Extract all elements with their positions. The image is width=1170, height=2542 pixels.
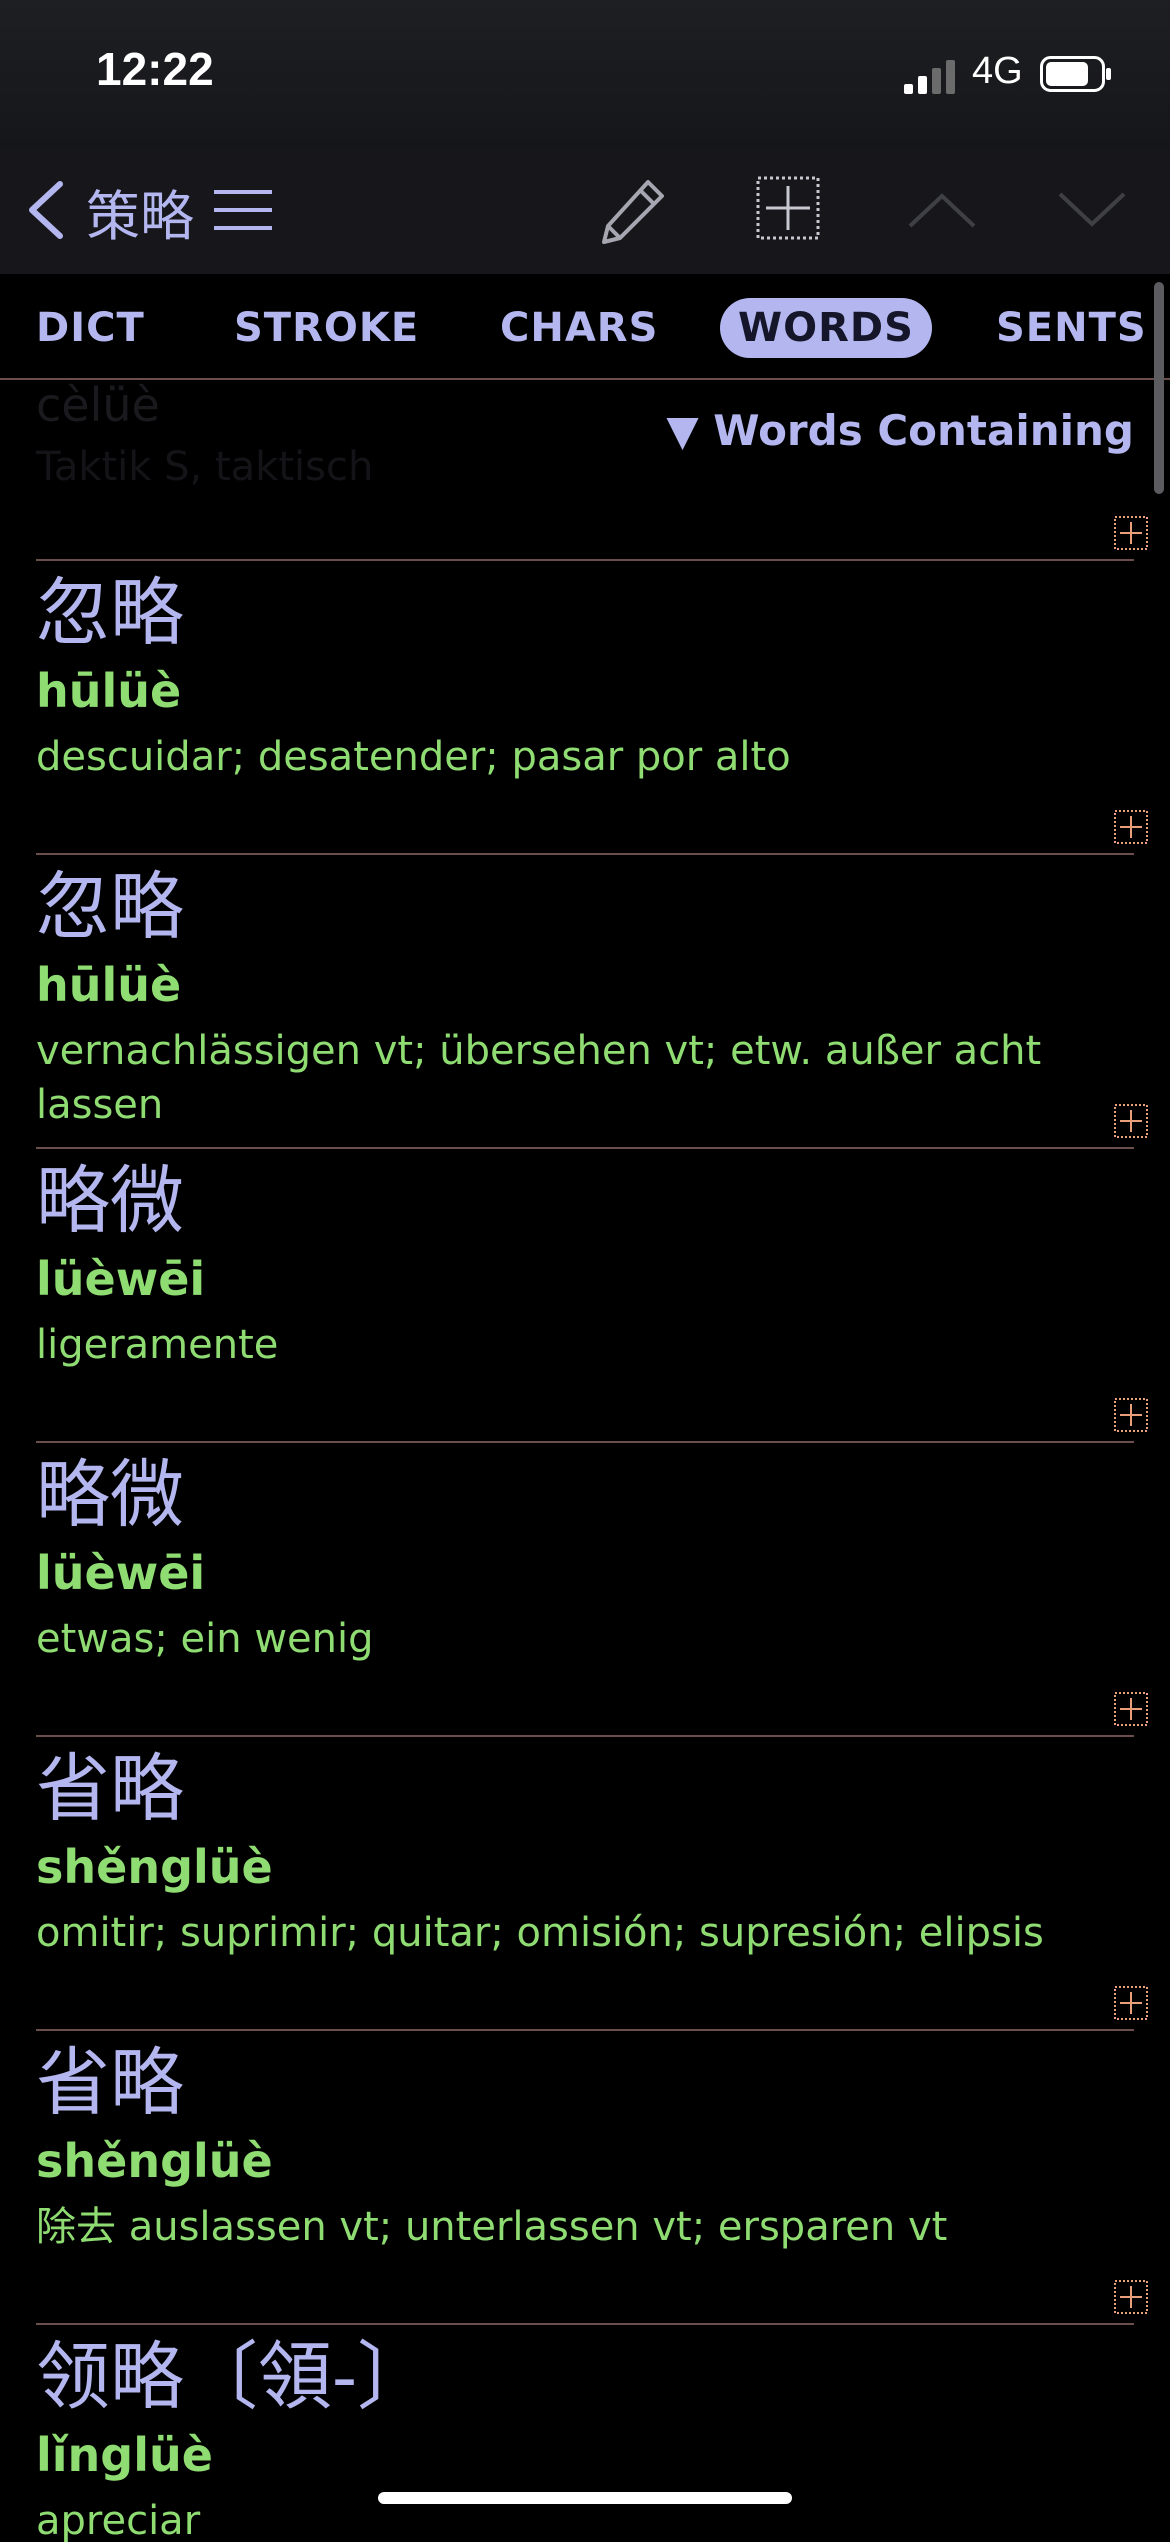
entry-hanzi: 略微 [36, 1452, 184, 1538]
entry-definition: descuidar; desatender; pasar por alto [36, 734, 791, 780]
entry-hanzi: 领略〔領-〕 [36, 2334, 432, 2420]
entry-pinyin: shěnglüè [36, 2134, 273, 2188]
entry-pinyin: lüèwēi [36, 1546, 206, 1600]
divider [36, 853, 1134, 855]
entry-definition: omitir; suprimir; quitar; omisión; supre… [36, 1910, 1044, 1956]
tab-bar: DICT STROKE CHARS WORDS SENTS [0, 274, 1170, 380]
entry-hanzi: 省略 [36, 2040, 184, 2126]
navigation-bar: 策略 [0, 150, 1170, 274]
entry-hanzi: 忽略 [36, 864, 184, 950]
cellular-signal-icon [904, 60, 955, 94]
divider [36, 1735, 1134, 1737]
entry-definition: etwas; ein wenig [36, 1616, 374, 1662]
tab-stroke[interactable]: STROKE [234, 298, 419, 358]
status-time: 12:22 [96, 43, 214, 95]
network-type: 4G [972, 50, 1023, 92]
add-entry-icon[interactable] [1114, 1104, 1148, 1138]
divider [36, 2323, 1134, 2325]
add-entry-icon[interactable] [1114, 516, 1148, 550]
entry-pinyin: lüèwēi [36, 1252, 206, 1306]
status-bar: 12:22 4G [0, 0, 1170, 150]
entry-pinyin: lǐnglüè [36, 2428, 213, 2482]
scroll-indicator[interactable] [1154, 282, 1164, 494]
pencil-icon[interactable] [596, 176, 668, 248]
divider [36, 1147, 1134, 1149]
ghost-definition: Taktik S, taktisch [36, 444, 374, 490]
entry-definition: vernachlässigen vt; übersehen vt; etw. a… [36, 1028, 1042, 1128]
entry-pinyin: hūlüè [36, 664, 182, 718]
section-heading-words-containing[interactable]: ▼ Words Containing [666, 406, 1134, 455]
entry-definition: ligeramente [36, 1322, 279, 1368]
chevron-down-icon[interactable] [1056, 186, 1128, 234]
entry-hanzi: 省略 [36, 1746, 184, 1832]
entry-pinyin: hūlüè [36, 958, 182, 1012]
tab-chars[interactable]: CHARS [500, 298, 658, 358]
add-box-icon[interactable] [756, 176, 820, 240]
tab-dict[interactable]: DICT [36, 298, 145, 358]
tab-words[interactable]: WORDS [720, 298, 932, 358]
add-entry-icon[interactable] [1114, 810, 1148, 844]
nav-title[interactable]: 策略 [86, 172, 194, 251]
add-entry-icon[interactable] [1114, 2280, 1148, 2314]
add-entry-icon[interactable] [1114, 1986, 1148, 2020]
entry-definition: 除去 auslassen vt; unterlassen vt; erspare… [36, 2204, 948, 2250]
ghost-pinyin: cèlüè [36, 378, 160, 432]
entry-hanzi: 忽略 [36, 570, 184, 656]
divider [36, 1441, 1134, 1443]
home-indicator[interactable] [378, 2492, 792, 2504]
add-entry-icon[interactable] [1114, 1398, 1148, 1432]
divider [36, 559, 1134, 561]
chevron-up-icon[interactable] [906, 186, 978, 234]
battery-icon [1040, 56, 1111, 92]
divider [36, 2029, 1134, 2031]
add-entry-icon[interactable] [1114, 1692, 1148, 1726]
entry-pinyin: shěnglüè [36, 1840, 273, 1894]
entry-hanzi: 略微 [36, 1158, 184, 1244]
back-chevron-icon[interactable] [24, 178, 70, 242]
menu-icon[interactable] [212, 186, 274, 234]
tab-sents[interactable]: SENTS [996, 298, 1147, 358]
